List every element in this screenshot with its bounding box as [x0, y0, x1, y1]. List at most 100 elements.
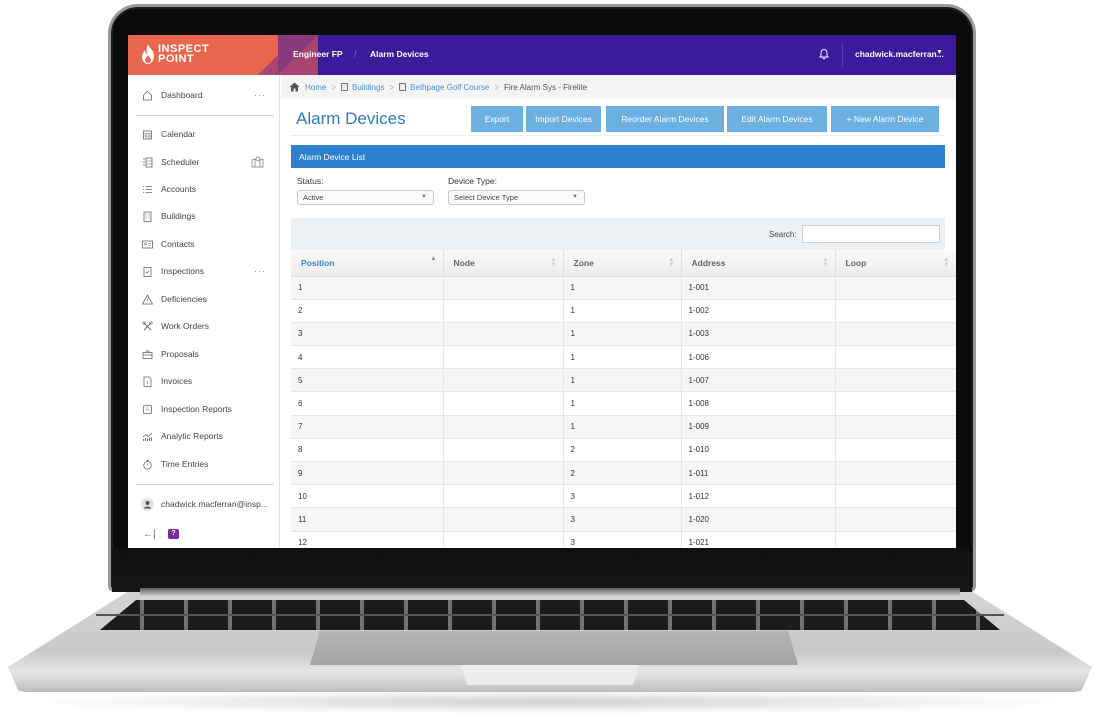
import-devices-button[interactable]: Import Devices [526, 106, 601, 132]
scheduler-icon [142, 157, 153, 168]
column-label: Node [453, 257, 475, 268]
cell-address: 1-002 [681, 299, 836, 323]
breadcrumb-building-name[interactable]: Bethpage Golf Course [410, 83, 489, 92]
column-header-position[interactable]: Position ▲ [291, 250, 444, 277]
table-row[interactable]: 9 2 1-011 [291, 461, 956, 486]
column-header-address[interactable]: Address ▲ ▼ [681, 250, 836, 277]
breadcrumb-buildings[interactable]: Buildings [352, 83, 384, 92]
help-chat-icon[interactable]: ? [168, 529, 179, 539]
status-filter-label: Status: [297, 176, 324, 186]
column-header-zone[interactable]: Zone ▲ ▼ [563, 250, 682, 277]
table-row[interactable]: 10 3 1-012 [291, 484, 956, 509]
table-row[interactable]: 8 2 1-010 [291, 438, 956, 463]
cell-node [443, 322, 564, 347]
cell-loop [835, 368, 956, 393]
table-row[interactable]: 1 1 1-001 [291, 276, 956, 300]
breadcrumb-home[interactable]: Home [305, 83, 326, 92]
cell-zone: 2 [563, 438, 682, 463]
more-options-icon[interactable]: ··· [254, 90, 266, 100]
device-type-select[interactable]: Select Device Type ▼ [448, 190, 585, 205]
edit-alarm-devices-button[interactable]: Edit Alarm Devices [727, 106, 827, 132]
cell-address: 1-009 [681, 415, 836, 439]
sidebar-item-calendar[interactable]: Calendar [128, 123, 280, 145]
topbar-crumb-separator: / [354, 49, 357, 59]
contact-card-icon [142, 239, 153, 250]
cell-position: 8 [291, 438, 444, 463]
status-select[interactable]: Active ▼ [297, 190, 434, 205]
sidebar-item-analytic-reports[interactable]: Analytic Reports [128, 425, 280, 447]
panel-header: Alarm Device List [291, 145, 945, 168]
cell-position: 11 [291, 507, 444, 532]
column-header-loop[interactable]: Loop ▲ ▼ [835, 250, 956, 277]
cell-position: 5 [291, 368, 444, 393]
sidebar-item-inspections[interactable]: Inspections ··· [128, 260, 280, 282]
user-menu[interactable]: chadwick.macferran... [855, 49, 944, 59]
sidebar-account[interactable]: chadwick.macferran@insp... [128, 493, 280, 515]
laptop-notch [460, 665, 640, 685]
more-options-icon[interactable]: ··· [254, 266, 266, 276]
column-label: Zone [573, 257, 594, 268]
cell-loop [835, 276, 956, 300]
sidebar-item-contacts[interactable]: Contacts [128, 233, 280, 255]
cell-zone: 1 [563, 368, 682, 393]
cell-address: 1-012 [681, 484, 836, 509]
status-select-value: Active [303, 193, 324, 202]
laptop-hinge [140, 588, 960, 596]
cell-zone: 3 [563, 507, 682, 532]
collapse-sidebar-icon[interactable]: ←| [143, 529, 156, 540]
table-row[interactable]: 5 1 1-007 [291, 368, 956, 393]
breadcrumb-separator: > [331, 82, 337, 92]
caret-down-icon[interactable]: ▼ [936, 49, 943, 56]
export-button[interactable]: Export [471, 106, 523, 132]
reorder-alarm-devices-button[interactable]: Reorder Alarm Devices [606, 106, 724, 132]
search-input[interactable] [802, 225, 940, 243]
sidebar-item-accounts[interactable]: Accounts [128, 178, 280, 200]
sidebar-item-proposals[interactable]: Proposals [128, 343, 280, 365]
account-email: chadwick.macferran@insp... [161, 499, 268, 509]
sort-icon: ▲ ▼ [943, 257, 950, 268]
cell-node [443, 438, 564, 463]
cell-zone: 1 [563, 391, 682, 416]
cell-zone: 1 [563, 276, 682, 300]
table-row[interactable]: 7 1 1-009 [291, 415, 956, 439]
cell-position: 2 [291, 299, 444, 323]
home-icon [142, 90, 153, 101]
cell-position: 10 [291, 484, 444, 509]
cell-loop [835, 322, 956, 347]
bell-icon[interactable] [818, 48, 830, 60]
cell-loop [835, 531, 956, 548]
cell-loop [835, 415, 956, 439]
sidebar-item-invoices[interactable]: Invoices [128, 370, 280, 392]
sidebar-item-inspection-reports[interactable]: Inspection Reports [128, 398, 280, 420]
sidebar-item-time-entries[interactable]: Time Entries [128, 453, 280, 475]
sidebar-item-deficiencies[interactable]: Deficiencies [128, 288, 280, 310]
caret-down-icon: ▼ [572, 194, 578, 200]
cell-node [443, 299, 564, 323]
table-row[interactable]: 3 1 1-003 [291, 322, 956, 347]
table-row[interactable]: 4 1 1-006 [291, 345, 956, 370]
table-header-row: Position ▲ Node ▲ ▼ Zone ▲ ▼ Address ▲ ▼ Loop ▲ ▼ [291, 250, 956, 277]
table-row[interactable]: 11 3 1-020 [291, 507, 956, 532]
sidebar-item-dashboard[interactable]: Dashboard ··· [128, 84, 280, 106]
avatar [141, 497, 154, 511]
map-icon[interactable] [251, 156, 264, 168]
tools-icon [142, 320, 153, 332]
cell-address: 1-008 [681, 391, 836, 416]
sidebar-item-label: Scheduler [161, 157, 200, 167]
table-row[interactable]: 12 3 1-021 [291, 531, 956, 548]
column-header-node[interactable]: Node ▲ ▼ [443, 250, 564, 277]
cell-zone: 1 [563, 345, 682, 370]
cell-loop [835, 507, 956, 532]
topbar-crumb-engineer[interactable]: Engineer FP [293, 49, 343, 59]
cell-loop [835, 345, 956, 370]
invoice-icon [142, 376, 153, 387]
table-row[interactable]: 2 1 1-002 [291, 299, 956, 323]
sidebar-item-buildings[interactable]: Buildings [128, 205, 280, 227]
sidebar-item-work-orders[interactable]: Work Orders [128, 315, 280, 337]
cell-position: 1 [291, 276, 444, 300]
sidebar-item-scheduler[interactable]: Scheduler [128, 151, 280, 173]
user-icon [144, 500, 151, 508]
table-row[interactable]: 6 1 1-008 [291, 391, 956, 416]
new-alarm-device-button[interactable]: + New Alarm Device [831, 106, 939, 132]
building-icon [341, 83, 349, 91]
